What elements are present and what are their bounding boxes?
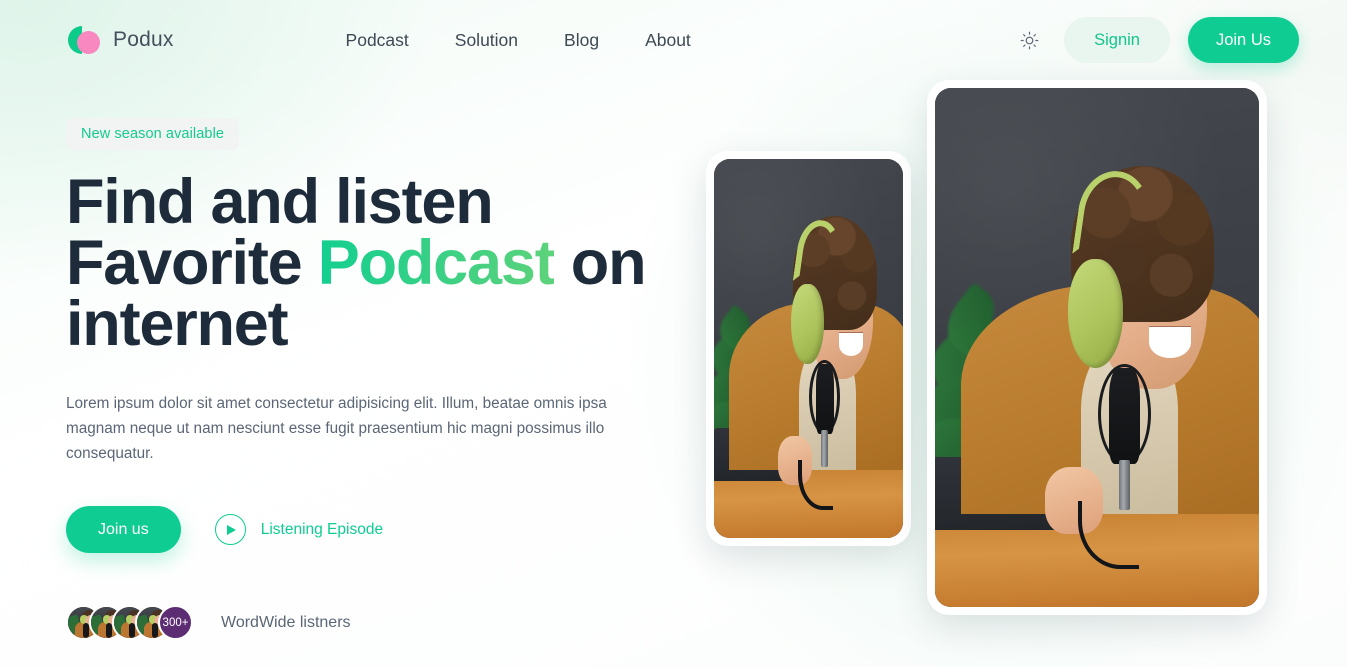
sun-icon [1020, 31, 1038, 49]
title-line-3: internet [66, 289, 289, 359]
brand-logo[interactable]: Podux [66, 23, 174, 57]
hero-description: Lorem ipsum dolor sit amet consectetur a… [66, 395, 607, 462]
site-header: Podux Podcast Solution Blog About Signin… [0, 0, 1347, 80]
title-accent-word: Podcast [317, 228, 556, 298]
listening-episode-label: Listening Episode [260, 520, 384, 538]
page-title: Find and listen Favorite Podcast on inte… [66, 171, 666, 356]
social-proof: 300+ WordWide listners [66, 605, 706, 640]
podux-logo-icon [66, 23, 100, 57]
join-us-hero-button[interactable]: Join us [66, 506, 181, 553]
hero-cta-group: Join us Listening Episode [66, 506, 706, 553]
play-icon [214, 514, 246, 545]
avatar-stack: 300+ [66, 605, 193, 640]
hero-section: New season available Find and listen Fav… [0, 80, 1347, 667]
hero-content: New season available Find and listen Fav… [66, 80, 706, 667]
title-line-1: Find and listen [66, 167, 494, 237]
signin-button[interactable]: Signin [1064, 17, 1170, 63]
main-nav: Podcast Solution Blog About [346, 30, 691, 51]
listeners-count-badge: 300+ [158, 605, 193, 640]
listening-episode-link[interactable]: Listening Episode [214, 514, 384, 545]
title-line-2-post: on [554, 228, 647, 298]
nav-item-about[interactable]: About [645, 30, 691, 51]
theme-toggle-button[interactable] [1012, 23, 1046, 57]
podcast-photo-card-large[interactable] [927, 80, 1267, 615]
listeners-label: WordWide listners [221, 613, 351, 631]
header-actions: Signin Join Us [1012, 17, 1299, 63]
podcast-photo-card-small[interactable] [706, 151, 911, 546]
title-line-2-pre: Favorite [66, 228, 318, 298]
podcast-host-photo-small [714, 159, 903, 538]
hero-media [706, 80, 1299, 667]
nav-item-blog[interactable]: Blog [564, 30, 599, 51]
join-us-button[interactable]: Join Us [1187, 17, 1299, 63]
status-badge: New season available [66, 118, 240, 150]
nav-item-podcast[interactable]: Podcast [346, 30, 409, 51]
nav-item-solution[interactable]: Solution [455, 30, 518, 51]
brand-name: Podux [113, 28, 174, 51]
podcast-host-photo-large [935, 88, 1259, 607]
